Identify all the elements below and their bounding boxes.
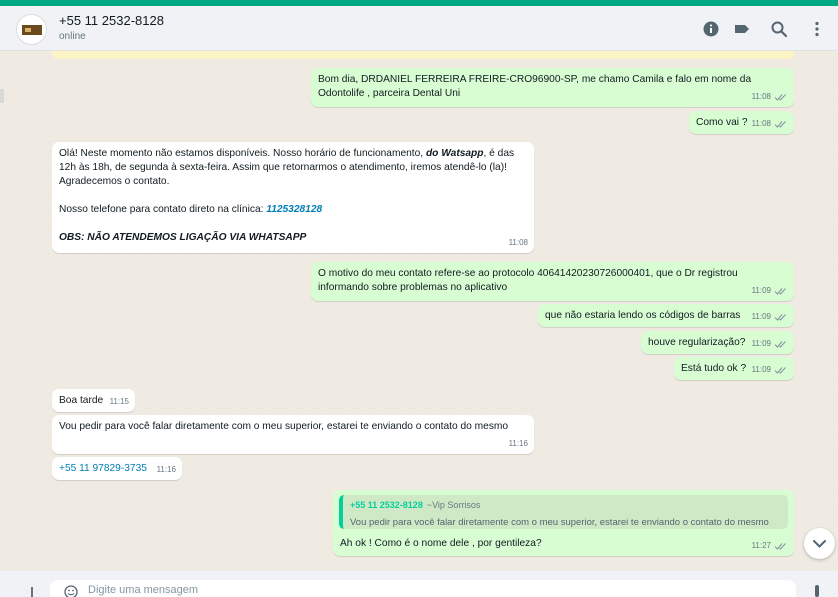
avatar[interactable]	[16, 14, 47, 45]
message-incoming[interactable]: Boa tarde 11:15	[52, 389, 135, 412]
label-icon[interactable]	[733, 20, 751, 38]
message-outgoing-reply[interactable]: +55 11 2532-8128 ~Vip Sorrisos Vou pedir …	[333, 490, 794, 556]
chat-side-marker	[0, 89, 4, 103]
message-time: 11:09	[751, 339, 771, 348]
chevron-down-icon	[813, 540, 826, 548]
emoji-icon[interactable]	[64, 585, 78, 597]
phone-link[interactable]: 1125328128	[266, 204, 322, 215]
previous-message-edge	[52, 51, 794, 59]
obs-notice: OBS: NÃO ATENDEMOS LIGAÇÃO VIA WHATSAPP	[59, 232, 307, 243]
message-incoming[interactable]: Olá! Neste momento não estamos disponíve…	[52, 142, 534, 253]
message-outgoing[interactable]: Bom dia, DRDANIEL FERREIRA FREIRE-CRO969…	[311, 68, 794, 107]
message-composer	[0, 571, 838, 597]
message-outgoing[interactable]: Como vai ? 11:08	[689, 111, 794, 134]
message-incoming[interactable]: +55 11 97829-3735 11:16	[52, 457, 182, 480]
read-ticks-icon	[774, 367, 786, 374]
contact-status: online	[59, 31, 86, 42]
read-ticks-icon	[774, 314, 786, 321]
scroll-down-button[interactable]	[804, 528, 835, 559]
read-ticks-icon	[774, 121, 786, 128]
message-input-box[interactable]	[50, 580, 796, 597]
message-time: 11:08	[508, 238, 528, 247]
quoted-text: Vou pedir para você falar diretamente co…	[350, 517, 769, 528]
auto-reply-intro: Olá! Neste momento não estamos disponíve…	[59, 148, 426, 159]
menu-dots-icon[interactable]	[808, 20, 826, 38]
message-incoming[interactable]: Vou pedir para você falar diretamente co…	[52, 415, 534, 454]
search-icon[interactable]	[770, 20, 788, 38]
message-input[interactable]	[88, 584, 768, 596]
quoted-author: +55 11 2532-8128	[350, 500, 423, 510]
message-time: 11:16	[156, 465, 176, 474]
microphone-icon[interactable]	[812, 585, 822, 597]
message-text: Ah ok ! Como é o nome dele , por gentile…	[340, 538, 542, 549]
read-ticks-icon	[774, 94, 786, 101]
message-time: 11:15	[109, 397, 129, 406]
phone-line: Nosso telefone para contato direto na cl…	[59, 203, 527, 217]
message-text: O motivo do meu contato refere-se ao pro…	[318, 268, 738, 293]
message-outgoing[interactable]: que não estaria lendo os códigos de barr…	[538, 304, 794, 327]
clinic-logo-icon	[22, 25, 42, 35]
read-ticks-icon	[774, 341, 786, 348]
message-outgoing[interactable]: Está tudo ok ? 11:09	[674, 357, 794, 380]
message-time: 11:09	[751, 312, 771, 321]
message-outgoing[interactable]: O motivo do meu contato refere-se ao pro…	[311, 262, 794, 301]
message-time: 11:09	[751, 286, 771, 295]
message-text: Vou pedir para você falar diretamente co…	[59, 421, 509, 432]
auto-reply-text: Olá! Neste momento não estamos disponíve…	[59, 147, 527, 189]
info-icon[interactable]	[702, 20, 720, 38]
message-text: Bom dia, DRDANIEL FERREIRA FREIRE-CRO969…	[318, 74, 752, 99]
contact-name[interactable]: +55 11 2532-8128	[59, 13, 164, 28]
message-outgoing[interactable]: houve regularização? 11:09	[641, 331, 794, 354]
message-time: 11:09	[751, 365, 771, 374]
quoted-alias: ~Vip Sorrisos	[426, 500, 481, 510]
read-ticks-icon	[774, 288, 786, 295]
attach-icon[interactable]	[26, 585, 38, 597]
message-time: 11:08	[751, 92, 771, 101]
message-time: 11:27	[751, 541, 771, 550]
quoted-message[interactable]: +55 11 2532-8128 ~Vip Sorrisos Vou pedir …	[339, 495, 788, 529]
message-time: 11:16	[508, 439, 528, 448]
phone-label: Nosso telefone para contato direto na cl…	[59, 204, 267, 215]
read-ticks-icon	[774, 543, 786, 550]
message-time: 11:08	[751, 119, 771, 128]
message-list[interactable]: Bom dia, DRDANIEL FERREIRA FREIRE-CRO969…	[0, 51, 838, 571]
chat-header[interactable]: +55 11 2532-8128 online	[0, 6, 838, 51]
auto-reply-emphasis: do Watsapp	[425, 148, 484, 159]
